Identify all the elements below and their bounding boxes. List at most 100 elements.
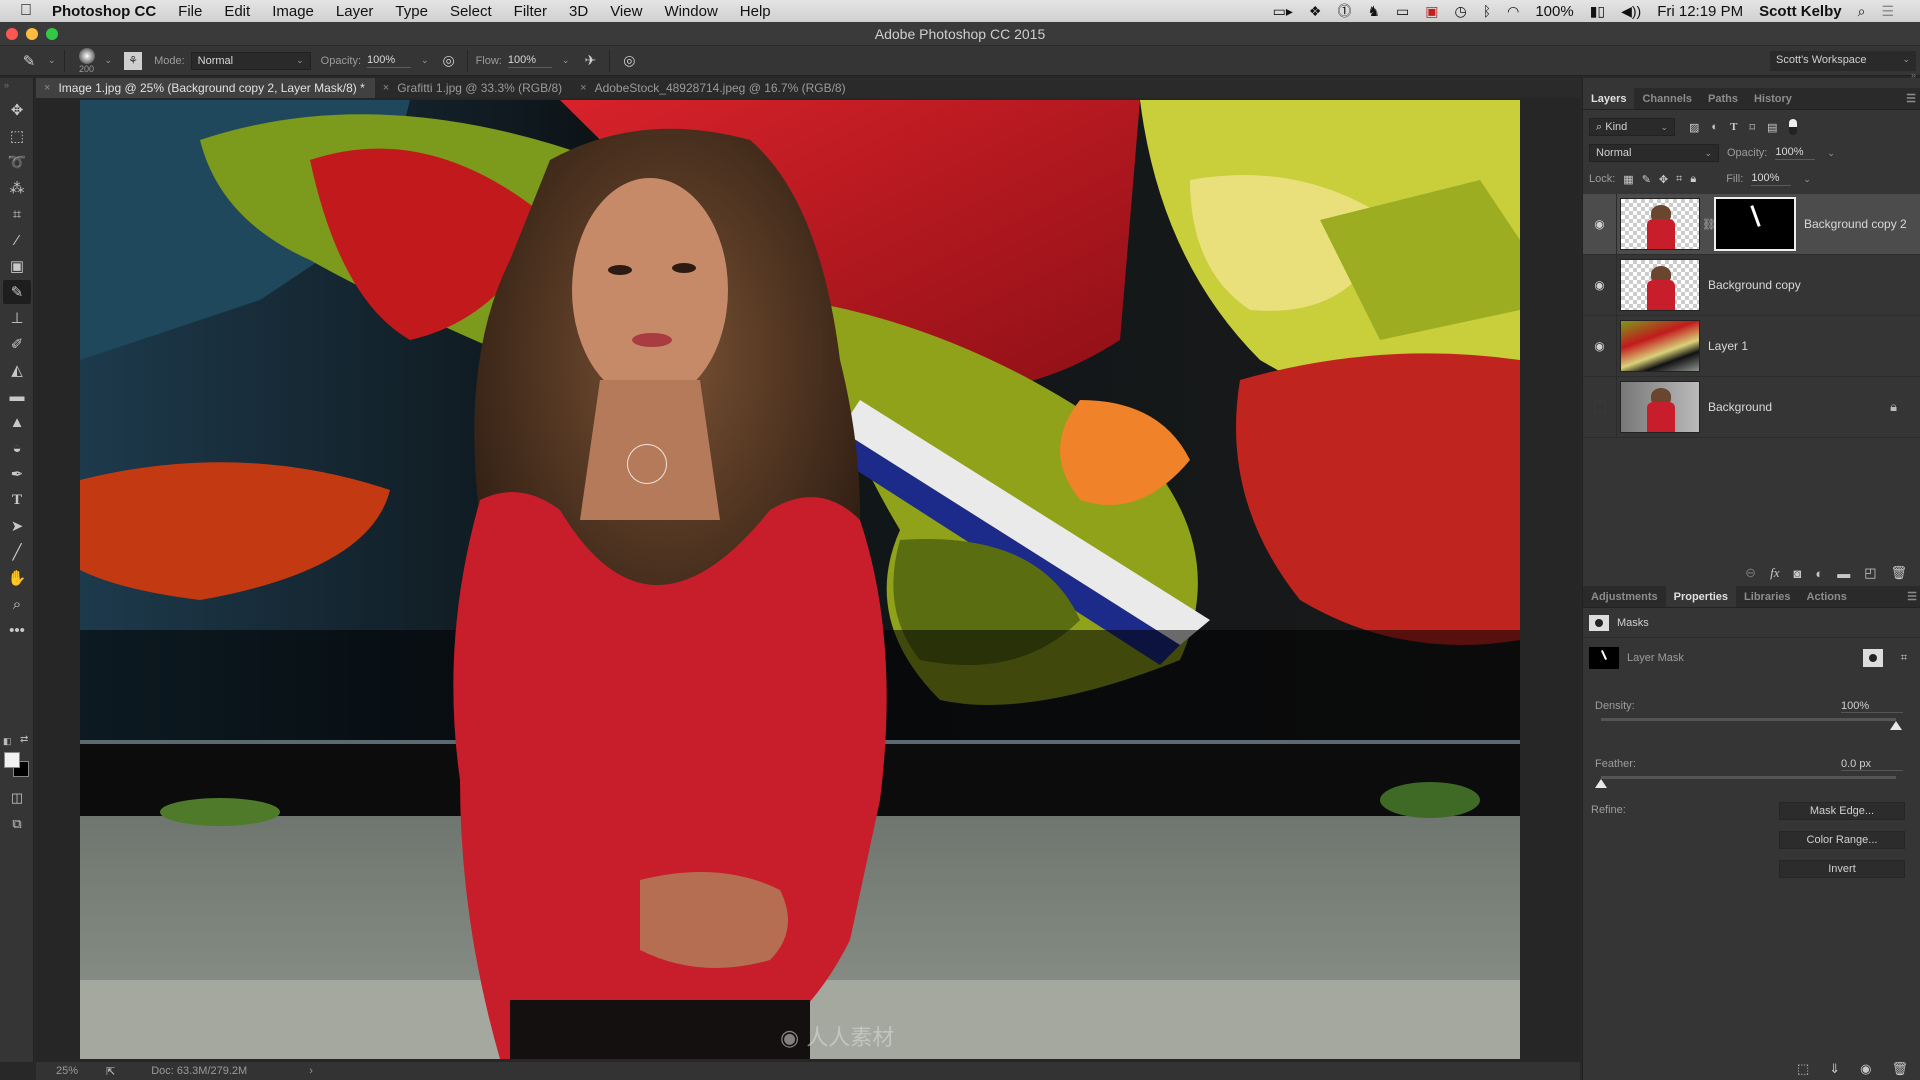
- tab-paths[interactable]: Paths: [1700, 88, 1746, 109]
- lock-position-icon[interactable]: ✥: [1659, 173, 1668, 186]
- color-range-button[interactable]: Color Range...: [1779, 831, 1905, 849]
- menu-help[interactable]: Help: [740, 3, 771, 20]
- filter-toggle-switch[interactable]: [1789, 119, 1798, 135]
- feather-input[interactable]: 0.0 px: [1841, 758, 1903, 771]
- apply-mask-icon[interactable]: ⇓: [1829, 1061, 1840, 1077]
- smart-object-filter-icon[interactable]: ▤: [1767, 121, 1777, 134]
- clock[interactable]: Fri 12:19 PM: [1657, 3, 1743, 20]
- status-menu-arrow-icon[interactable]: ›: [309, 1065, 313, 1077]
- invert-button[interactable]: Invert: [1779, 860, 1905, 878]
- eyedropper-tool-icon[interactable]: ⁄: [3, 228, 31, 252]
- fill-chevron-icon[interactable]: ⌄: [1803, 174, 1811, 185]
- layer-row-background[interactable]: Background 🔒︎: [1583, 377, 1920, 438]
- layer-row-background-copy-2[interactable]: ◉ ⛓ Background copy 2: [1583, 194, 1920, 255]
- flow-chevron-icon[interactable]: ⌄: [562, 55, 570, 66]
- type-layer-filter-icon[interactable]: T: [1730, 121, 1737, 133]
- blend-mode-select[interactable]: Normal ⌄: [1589, 144, 1719, 162]
- menu-edit[interactable]: Edit: [224, 3, 250, 20]
- brush-tool-icon[interactable]: ✎: [3, 280, 31, 304]
- tab-grafitti-1[interactable]: × Grafitti 1.jpg @ 33.3% (RGB/8): [375, 78, 572, 98]
- bluetooth-icon[interactable]: ᛒ: [1483, 3, 1491, 19]
- visibility-eye-icon[interactable]: ◉: [1583, 316, 1617, 376]
- lasso-tool-icon[interactable]: ➰: [3, 150, 31, 174]
- panel-menu-icon[interactable]: ☰: [1906, 92, 1916, 105]
- airbrush-icon[interactable]: ✈: [579, 52, 601, 69]
- menu-layer[interactable]: Layer: [336, 3, 374, 20]
- lock-all-icon[interactable]: 🔒︎: [1690, 173, 1696, 186]
- layer-name[interactable]: Background copy: [1708, 278, 1801, 292]
- tab-history[interactable]: History: [1746, 88, 1800, 109]
- fill-input[interactable]: 100%: [1751, 172, 1792, 186]
- default-colors-icon[interactable]: ◧: [3, 736, 12, 747]
- link-layers-icon[interactable]: ⊖: [1745, 565, 1756, 581]
- tab-image-1[interactable]: × Image 1.jpg @ 25% (Background copy 2, …: [36, 78, 375, 98]
- zoom-tool-icon[interactable]: ⌕: [3, 592, 31, 616]
- collapse-dock-icon[interactable]: »: [1911, 70, 1916, 80]
- density-slider-track[interactable]: [1601, 718, 1896, 721]
- tool-preset-chevron-icon[interactable]: ⌄: [48, 55, 56, 66]
- pen-tool-icon[interactable]: ✒: [3, 462, 31, 486]
- adjustment-layer-filter-icon[interactable]: ◐: [1711, 121, 1718, 133]
- collapse-panel-icon[interactable]: »: [4, 80, 9, 90]
- opacity-chevron-icon[interactable]: ⌄: [1827, 148, 1835, 159]
- new-adjustment-layer-icon[interactable]: ◐: [1815, 566, 1823, 581]
- brush-preset-picker[interactable]: 200: [73, 47, 101, 74]
- quick-mask-icon[interactable]: ◫: [3, 786, 31, 810]
- tab-layers[interactable]: Layers: [1583, 88, 1635, 109]
- quick-selection-tool-icon[interactable]: ⁂: [3, 176, 31, 200]
- dropbox-icon[interactable]: ❖: [1309, 3, 1322, 20]
- lock-artboard-icon[interactable]: ⌗: [1676, 173, 1682, 186]
- visibility-eye-icon[interactable]: ◉: [1583, 194, 1617, 254]
- video-camera-icon[interactable]: ▭▸: [1273, 3, 1293, 20]
- swap-colors-icon[interactable]: ⇄: [20, 734, 28, 745]
- add-layer-mask-icon[interactable]: ◙: [1793, 566, 1801, 581]
- more-tools-icon[interactable]: •••: [3, 618, 31, 642]
- export-icon[interactable]: ⇱: [106, 1065, 115, 1078]
- battery-icon[interactable]: ▮▯: [1590, 3, 1605, 20]
- feather-slider-track[interactable]: [1601, 776, 1896, 779]
- menu-filter[interactable]: Filter: [514, 3, 547, 20]
- screen-mode-icon[interactable]: ⧉: [3, 812, 31, 836]
- mode-select[interactable]: Normal ⌄: [190, 51, 311, 70]
- close-tab-icon[interactable]: ×: [383, 82, 389, 94]
- visibility-toggle-empty[interactable]: [1583, 377, 1617, 437]
- tab-libraries[interactable]: Libraries: [1736, 586, 1798, 607]
- load-selection-from-mask-icon[interactable]: ⬚: [1797, 1061, 1809, 1077]
- tab-actions[interactable]: Actions: [1799, 586, 1855, 607]
- layer-name[interactable]: Layer 1: [1708, 339, 1748, 353]
- foreground-color-swatch[interactable]: [4, 752, 20, 768]
- gradient-tool-icon[interactable]: ▬: [3, 384, 31, 408]
- select-pixel-mask-icon[interactable]: [1863, 649, 1883, 667]
- layer-name[interactable]: Background: [1708, 400, 1772, 414]
- wifi-icon[interactable]: ◠: [1507, 3, 1519, 20]
- zoom-level[interactable]: 25%: [56, 1065, 96, 1077]
- workspace-switcher[interactable]: Scott's Workspace ⌄: [1770, 51, 1916, 71]
- density-slider-thumb[interactable]: [1890, 721, 1902, 730]
- airplay-icon[interactable]: ▭: [1396, 3, 1409, 20]
- time-machine-icon[interactable]: ◷: [1454, 3, 1466, 20]
- filter-kind-select[interactable]: ⌕ Kind ⌄: [1589, 118, 1675, 136]
- add-layer-style-icon[interactable]: fx: [1770, 565, 1779, 581]
- delete-mask-icon[interactable]: 🗑︎: [1891, 1061, 1908, 1077]
- hand-tool-icon[interactable]: ✋: [3, 566, 31, 590]
- crop-tool-icon[interactable]: ⌗: [3, 202, 31, 226]
- path-selection-tool-icon[interactable]: ➤: [3, 514, 31, 538]
- layer-name[interactable]: Background copy 2: [1804, 217, 1907, 231]
- delete-layer-icon[interactable]: 🗑︎: [1890, 565, 1907, 581]
- menu-type[interactable]: Type: [395, 3, 428, 20]
- tab-adobestock[interactable]: × AdobeStock_48928714.jpeg @ 16.7% (RGB/…: [572, 78, 855, 98]
- feather-slider-thumb[interactable]: [1595, 779, 1607, 788]
- tab-properties[interactable]: Properties: [1665, 586, 1737, 607]
- 1password-icon[interactable]: ⓵: [1337, 1, 1351, 21]
- apple-menu-icon[interactable]: : [0, 2, 52, 20]
- line-tool-icon[interactable]: ╱: [3, 540, 31, 564]
- pressure-opacity-icon[interactable]: ◎: [439, 52, 459, 69]
- volume-icon[interactable]: ◀)): [1621, 3, 1641, 20]
- dodge-tool-icon[interactable]: ◒: [3, 436, 31, 460]
- brush-tool-preset-icon[interactable]: ✎: [14, 52, 44, 70]
- menu-window[interactable]: Window: [664, 3, 717, 20]
- type-tool-icon[interactable]: T: [3, 488, 31, 512]
- close-tab-icon[interactable]: ×: [44, 82, 50, 94]
- new-group-icon[interactable]: ▬: [1837, 566, 1850, 581]
- image-canvas[interactable]: ◉ 人人素材: [80, 100, 1520, 1059]
